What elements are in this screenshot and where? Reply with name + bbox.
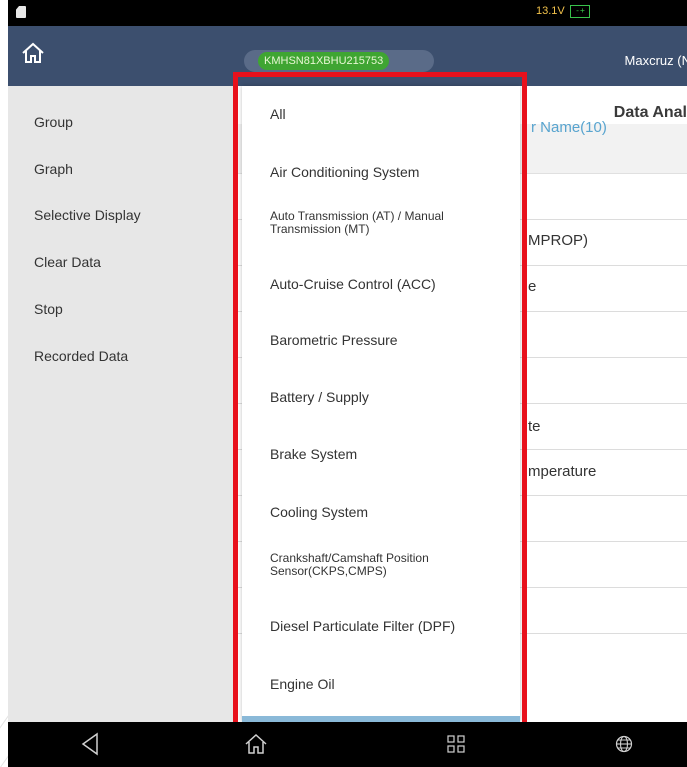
- sd-card-icon: [16, 6, 26, 18]
- home-button[interactable]: [18, 38, 48, 68]
- row-text: e: [528, 278, 537, 295]
- apps-button[interactable]: [442, 730, 470, 758]
- home-nav-button[interactable]: [242, 730, 270, 758]
- voltage-readout: 13.1V: [536, 5, 565, 17]
- left-menu: Group Graph Selective Display Clear Data…: [8, 86, 235, 722]
- menu-item-stop[interactable]: Stop: [34, 301, 63, 317]
- battery-glyph: -+: [575, 6, 585, 15]
- highlight-annotation-box: [233, 72, 527, 728]
- back-button[interactable]: [76, 730, 104, 758]
- home-icon: [22, 42, 44, 63]
- globe-button[interactable]: [610, 730, 638, 758]
- grid-icon: [447, 735, 465, 753]
- row-text: MPROP): [528, 232, 588, 249]
- vin-badge: KMHSN81XBHU215753: [258, 52, 390, 70]
- menu-item-recorded-data[interactable]: Recorded Data: [34, 348, 128, 364]
- panel-title: Data Anal: [613, 104, 687, 121]
- battery-icon: -+: [570, 5, 590, 18]
- navigation-bar: [8, 722, 687, 767]
- column-header[interactable]: r Name(10): [531, 119, 607, 136]
- home-icon: [245, 733, 267, 754]
- app-frame: 13.1V -+ KMHSN81XBHU215753 Maxcruz (N Gr…: [8, 0, 687, 767]
- vehicle-name: Maxcruz (N: [624, 53, 687, 68]
- menu-item-clear-data[interactable]: Clear Data: [34, 254, 101, 270]
- globe-icon: [615, 735, 633, 753]
- row-text: te: [528, 418, 541, 435]
- menu-item-graph[interactable]: Graph: [34, 161, 73, 177]
- menu-item-selective-display[interactable]: Selective Display: [34, 207, 141, 223]
- menu-item-group[interactable]: Group: [34, 114, 73, 130]
- back-icon: [81, 732, 98, 756]
- status-bar: 13.1V -+: [8, 0, 687, 26]
- row-text: mperature: [528, 463, 597, 480]
